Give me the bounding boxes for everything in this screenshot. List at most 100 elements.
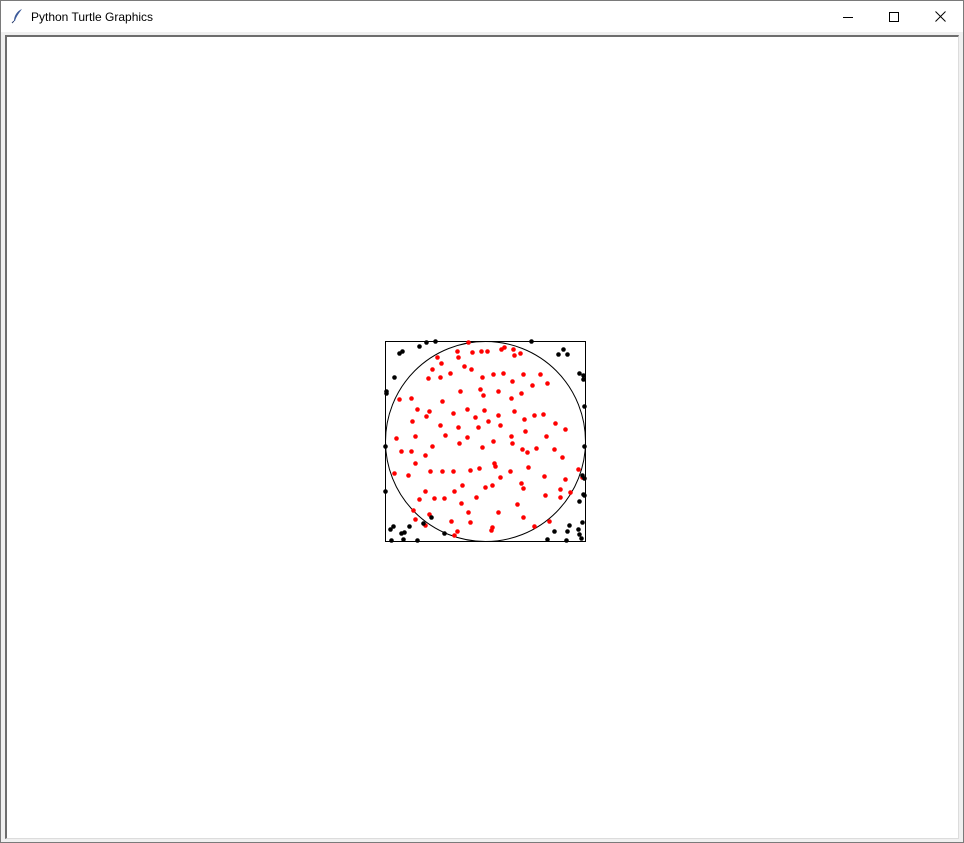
outside-dot [391, 524, 396, 529]
inside-dot [479, 349, 484, 354]
inside-dot [428, 469, 433, 474]
inside-dot [482, 408, 487, 413]
inside-dot [442, 496, 447, 501]
inside-dot [509, 434, 514, 439]
outside-dot [383, 489, 388, 494]
inside-dot [491, 439, 496, 444]
inside-dot [560, 455, 565, 460]
inside-dot [459, 501, 464, 506]
outside-dot [442, 531, 447, 536]
close-button[interactable] [917, 1, 963, 32]
inside-dot [510, 379, 515, 384]
outside-dot [582, 444, 587, 449]
outside-dot [392, 375, 397, 380]
inside-dot [426, 376, 431, 381]
inside-dot [563, 427, 568, 432]
inside-dot [397, 397, 402, 402]
inside-dot [410, 419, 415, 424]
inside-dot [544, 434, 549, 439]
inside-dot [489, 528, 494, 533]
inside-dot [417, 497, 422, 502]
outside-dot [429, 515, 434, 520]
minimize-icon [843, 16, 853, 18]
inside-dot [519, 391, 524, 396]
inside-dot [430, 444, 435, 449]
outside-dot [433, 339, 438, 344]
inside-dot [438, 375, 443, 380]
inside-dot [526, 465, 531, 470]
inside-dot [452, 533, 457, 538]
inside-dot [502, 345, 507, 350]
inside-dot [501, 371, 506, 376]
inside-dot [512, 409, 517, 414]
inside-dot [427, 409, 432, 414]
inside-dot [543, 493, 548, 498]
inside-dot [411, 508, 416, 513]
inside-dot [518, 351, 523, 356]
outside-dot [577, 499, 582, 504]
outside-dot [402, 530, 407, 535]
inside-dot [455, 349, 460, 354]
turtle-canvas[interactable] [7, 37, 958, 838]
inside-dot [523, 429, 528, 434]
outside-dot [415, 538, 420, 543]
outside-dot [582, 404, 587, 409]
inside-dot [534, 446, 539, 451]
turtle-canvas-frame[interactable] [5, 35, 959, 839]
inside-dot [520, 447, 525, 452]
maximize-button[interactable] [871, 1, 917, 32]
outside-dot [580, 520, 585, 525]
outside-dot [401, 537, 406, 542]
inside-dot [406, 473, 411, 478]
outside-dot [383, 444, 388, 449]
inside-dot [413, 517, 418, 522]
inside-dot [413, 461, 418, 466]
outside-dot [581, 377, 586, 382]
outside-dot [389, 538, 394, 543]
outside-dot [576, 527, 581, 532]
inside-dot [568, 490, 573, 495]
window-title: Python Turtle Graphics [31, 10, 154, 24]
monte-carlo-plot [383, 339, 587, 543]
inside-dot [522, 417, 527, 422]
inside-dot [492, 461, 497, 466]
inside-dot [511, 347, 516, 352]
minimize-button[interactable] [825, 1, 871, 32]
inside-dot [440, 469, 445, 474]
inside-dot [451, 411, 456, 416]
inside-dot [532, 413, 537, 418]
inside-dot [440, 399, 445, 404]
inside-dot [510, 441, 515, 446]
inside-dot [432, 496, 437, 501]
inside-dot [509, 396, 514, 401]
inside-dot [553, 421, 558, 426]
inside-dot [465, 407, 470, 412]
inside-dot [423, 453, 428, 458]
inside-dot [468, 520, 473, 525]
inside-dot [399, 449, 404, 454]
inside-dot [545, 381, 550, 386]
title-bar[interactable]: Python Turtle Graphics [1, 1, 963, 32]
inside-dot [477, 466, 482, 471]
inside-dot [394, 436, 399, 441]
inside-dot [512, 353, 517, 358]
inside-dot [466, 510, 471, 515]
inside-dot [481, 393, 486, 398]
inside-dot [576, 467, 581, 472]
outside-dot [567, 523, 572, 528]
inside-dot [435, 355, 440, 360]
inside-dot [476, 425, 481, 430]
inside-dot [485, 349, 490, 354]
outside-dot [424, 340, 429, 345]
inside-dot [409, 396, 414, 401]
inside-dot [558, 495, 563, 500]
inside-dot [521, 486, 526, 491]
inside-dot [462, 364, 467, 369]
outside-dot [577, 532, 582, 537]
outside-dot [579, 536, 584, 541]
outside-dot [581, 373, 586, 378]
inside-dot [409, 449, 414, 454]
inside-dot [443, 433, 448, 438]
inside-dot [498, 475, 503, 480]
inside-dot [452, 489, 457, 494]
